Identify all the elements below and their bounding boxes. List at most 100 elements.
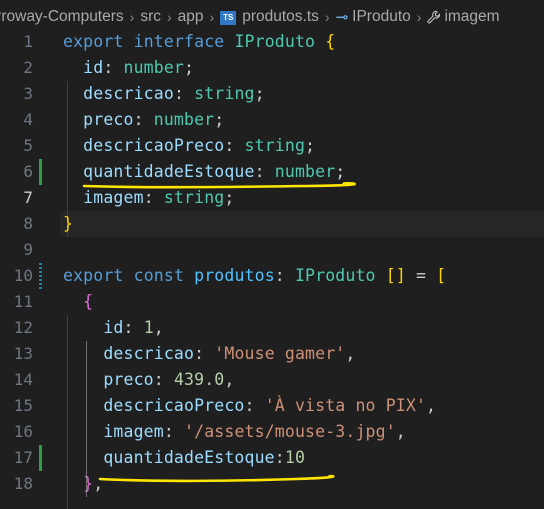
code-text: preco: 439.0, <box>63 367 234 393</box>
code-token: export <box>63 32 124 51</box>
code-token: descricao <box>83 84 174 103</box>
code-token: 'Mouse gamer' <box>214 344 346 363</box>
code-line[interactable]: 11 { <box>0 289 544 315</box>
code-line[interactable]: 12 id: 1, <box>0 315 544 341</box>
code-text: preco: number; <box>63 107 224 133</box>
annotation-underline <box>98 474 335 483</box>
code-text: descricaoPreco: 'À vista no PIX', <box>63 393 436 419</box>
breadcrumb-project-label: Proway-Computers <box>0 8 124 25</box>
code-token: = <box>405 266 437 285</box>
code-token: id <box>103 318 124 337</box>
breadcrumb-folder-src-label: src <box>140 8 161 25</box>
code-token: { <box>83 292 94 311</box>
breadcrumb-symbol-imagem[interactable]: imagem <box>427 8 500 26</box>
typescript-file-icon: TS <box>220 11 237 25</box>
breadcrumb-file-label: produtos.ts <box>242 8 319 25</box>
code-line[interactable]: 17 quantidadeEstoque:10 <box>0 445 544 471</box>
code-token: , <box>224 370 235 389</box>
chevron-right-icon: › <box>324 9 330 25</box>
code-text: export const produtos: IProduto [] = [ <box>63 263 446 289</box>
code-line[interactable]: 14 preco: 439.0, <box>0 367 544 393</box>
code-line[interactable]: 5 descricaoPreco: string; <box>0 133 544 159</box>
code-line[interactable]: 3 descricao: string; <box>0 81 544 107</box>
code-token: 10 <box>284 448 306 467</box>
code-token: : <box>133 110 154 129</box>
code-token: 'À vista no PIX' <box>264 396 427 415</box>
code-token: preco <box>103 370 154 389</box>
code-token: descricao <box>103 344 195 363</box>
code-text: quantidadeEstoque:10 <box>63 445 305 471</box>
code-text: { <box>63 289 93 315</box>
code-token: ; <box>254 84 265 103</box>
line-number: 13 <box>13 344 33 363</box>
code-token: 439.0 <box>173 370 225 389</box>
breadcrumb-symbol-iproduto-label: IProduto <box>352 8 411 25</box>
code-token: descricaoPreco <box>83 136 225 155</box>
code-token: descricaoPreco <box>103 396 245 415</box>
code-token: IProduto <box>234 32 316 51</box>
code-line[interactable]: 10 export const produtos: IProduto [] = [ <box>0 263 544 289</box>
code-text: export interface IProduto { <box>63 29 335 55</box>
breadcrumb-folder-src[interactable]: src <box>140 8 161 26</box>
code-line[interactable]: 13 descricao: 'Mouse gamer', <box>0 341 544 367</box>
code-token: produtos <box>194 266 275 285</box>
code-token: interface <box>133 32 225 51</box>
code-line[interactable]: 8} <box>0 211 544 237</box>
code-token: : <box>244 396 265 415</box>
code-token: , <box>345 344 356 363</box>
breadcrumb-symbol-iproduto[interactable]: ⊸ IProduto <box>336 8 411 26</box>
code-token: IProduto <box>294 266 376 285</box>
annotation-underline <box>82 182 356 189</box>
breadcrumb-file[interactable]: TS produtos.ts <box>220 8 319 26</box>
code-editor[interactable]: 1 export interface IProduto {2 id: number… <box>0 29 544 509</box>
code-token: : <box>274 448 285 467</box>
code-token: } <box>83 474 94 493</box>
code-line[interactable]: 4 preco: number; <box>0 107 544 133</box>
code-token: string <box>244 136 306 155</box>
line-number: 11 <box>13 292 33 311</box>
code-line[interactable]: 1 export interface IProduto { <box>0 29 544 55</box>
code-token: imagem <box>103 422 164 441</box>
line-number: 18 <box>13 474 33 493</box>
breadcrumb-folder-app[interactable]: app <box>178 8 204 26</box>
code-text: imagem: '/assets/mouse-3.jpg', <box>63 419 406 445</box>
line-number: 9 <box>23 240 33 259</box>
code-token: : <box>153 370 174 389</box>
code-text: } <box>63 211 73 237</box>
code-token: preco <box>83 110 134 129</box>
code-line[interactable]: 15 descricaoPreco: 'À vista no PIX', <box>0 393 544 419</box>
code-line[interactable]: 9 <box>0 237 544 263</box>
code-token: , <box>395 422 406 441</box>
code-token: quantidadeEstoque <box>103 448 275 467</box>
code-token: ; <box>214 110 225 129</box>
line-number: 3 <box>23 84 33 103</box>
code-token: : <box>274 266 295 285</box>
line-number: 5 <box>23 136 33 155</box>
breadcrumb-project[interactable]: Proway-Computers <box>0 8 124 26</box>
line-number: 1 <box>23 32 33 51</box>
line-number: 7 <box>23 188 33 207</box>
interface-icon: ⊸ <box>335 9 349 26</box>
line-number: 15 <box>13 396 33 415</box>
code-line[interactable]: 16 imagem: '/assets/mouse-3.jpg', <box>0 419 544 445</box>
code-token: : <box>194 344 215 363</box>
line-number: 6 <box>23 162 33 181</box>
breadcrumb-folder-app-label: app <box>177 8 204 25</box>
breadcrumb-symbol-imagem-label: imagem <box>444 8 500 25</box>
chevron-right-icon: › <box>209 9 215 25</box>
code-token: '/assets/mouse-3.jpg' <box>184 422 396 441</box>
code-line[interactable]: 2 id: number; <box>0 55 544 81</box>
code-token: : <box>163 422 185 441</box>
